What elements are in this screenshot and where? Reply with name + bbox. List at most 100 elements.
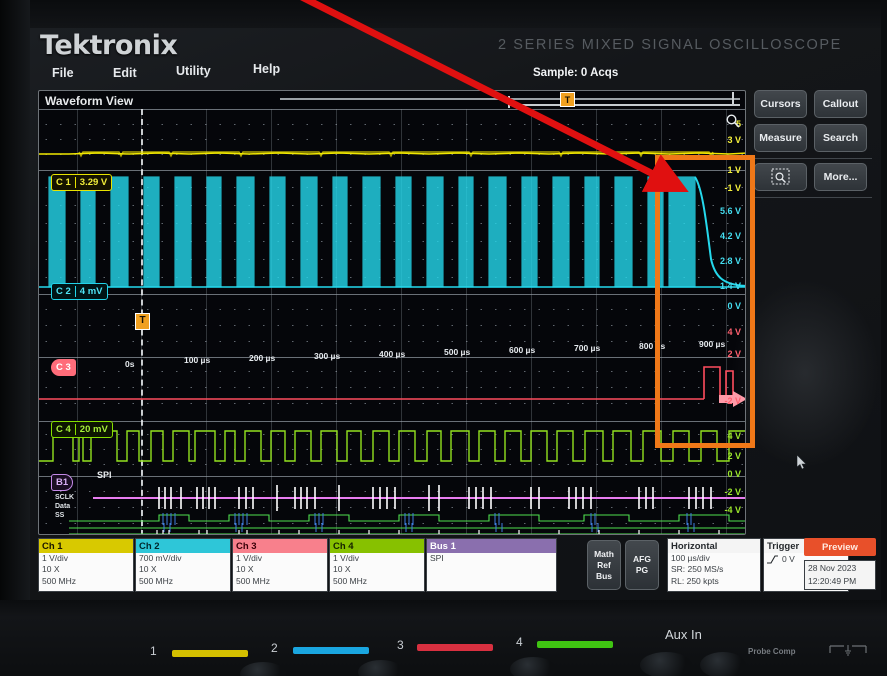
ref-label: Ref: [597, 559, 611, 570]
channel-card-ch4-line1: 1 V/div: [333, 553, 359, 563]
vscale-ch2-1: 4.2 V: [719, 231, 741, 241]
side-button-divider-2: [754, 197, 872, 198]
front-panel-ch3-indicator: [417, 644, 493, 651]
front-panel-knob-5[interactable]: [700, 652, 746, 676]
afg-pg-button[interactable]: AFG PG: [625, 540, 659, 590]
bus-card-bus1-line1: SPI: [430, 553, 444, 563]
more-button[interactable]: More...: [814, 163, 867, 191]
front-panel-ch2-indicator: [293, 647, 369, 654]
menu-item-edit[interactable]: Edit: [113, 66, 137, 80]
overview-bracket-right[interactable]: [732, 92, 734, 104]
horizontal-card-title: Horizontal: [668, 539, 760, 553]
channel-card-ch4-line3: 500 MHz: [333, 575, 368, 586]
channel-marker-ch1[interactable]: C 1 3.29 V: [51, 174, 113, 191]
measure-button[interactable]: Measure: [754, 124, 807, 152]
preview-button[interactable]: Preview: [804, 538, 876, 556]
callout-button[interactable]: Callout: [814, 90, 867, 118]
tektronix-logo: Tektronix: [40, 30, 178, 61]
channel-card-ch4-line2: 10 X: [333, 564, 351, 575]
horizontal-card[interactable]: Horizontal 100 µs/div SR: 250 MS/s RL: 2…: [667, 538, 761, 592]
instrument-screen: Tektronix 2 SERIES MIXED SIGNAL OSCILLOS…: [30, 28, 881, 600]
menu-item-help[interactable]: Help: [253, 62, 280, 76]
channel-card-ch4[interactable]: Ch 4 1 V/div 10 X 500 MHz: [329, 538, 425, 592]
waveform-view-panel[interactable]: Waveform View 0s 100 µs 200 µs 300 µs 40…: [38, 90, 746, 535]
acquisition-status: Sample: 0 Acqs: [533, 67, 619, 79]
channel-card-ch2[interactable]: Ch 2 700 mV/div 10 X 500 MHz: [135, 538, 231, 592]
bus-marker-b1[interactable]: B1: [51, 474, 74, 491]
vscale-ch4-1: 2 V: [727, 451, 741, 461]
trigger-level-value: 0 V: [782, 554, 795, 564]
channel-card-ch3-line1: 1 V/div: [236, 553, 262, 563]
channel-card-ch1-line3: 500 MHz: [42, 575, 77, 586]
channel-card-ch3-line3: 500 MHz: [236, 575, 271, 586]
vscale-ch2-3: 1.4 V: [719, 281, 741, 291]
bezel-right: [881, 0, 887, 610]
channel-card-ch1-line1: 1 V/div: [42, 553, 68, 563]
trigger-slope-icon: [767, 555, 778, 564]
aux-in-label: Aux In: [665, 627, 702, 642]
channel-card-ch1-line2: 10 X: [42, 564, 60, 575]
model-line-text: 2 SERIES MIXED SIGNAL OSCILLOSCOPE: [498, 37, 842, 53]
channel-card-ch4-title: Ch 4: [330, 539, 424, 553]
horizontal-rl: RL: 250 kpts: [671, 575, 719, 586]
math-label: Math: [594, 548, 614, 559]
magnifier-icon[interactable]: [725, 113, 741, 129]
bus-label: Bus: [595, 570, 613, 581]
overview-zoom-rail[interactable]: [510, 104, 740, 106]
channel-card-ch2-line2: 10 X: [139, 564, 157, 575]
front-panel-knob-3[interactable]: [510, 657, 556, 676]
channel-card-ch2-line1: 700 mV/div: [139, 553, 182, 563]
vscale-ch3-2: -2 V: [724, 396, 741, 406]
waveform-view-title: Waveform View: [45, 94, 134, 108]
pg-label: PG: [635, 565, 649, 575]
overview-trigger-marker[interactable]: T: [560, 92, 575, 107]
menu-item-file[interactable]: File: [52, 66, 74, 80]
screen-glare: [730, 278, 880, 468]
front-panel-ch3-number: 3: [397, 638, 404, 652]
time-label-1: 100 µs: [184, 355, 211, 365]
waveform-overview-bar[interactable]: T: [280, 92, 740, 108]
channel-marker-ch4-value: 20 mV: [74, 424, 112, 435]
bezel-left: [0, 0, 30, 610]
digital-label-sclk: SCLK: [55, 494, 75, 501]
digital-trace-ss-bits: [156, 530, 720, 534]
afg-label: AFG: [633, 554, 651, 564]
bus-card-bus1[interactable]: Bus 1 SPI: [426, 538, 557, 592]
channel-card-ch1[interactable]: Ch 1 1 V/div 10 X 500 MHz: [38, 538, 134, 592]
vscale-ch1-1: 3 V: [727, 135, 741, 145]
vscale-ch2-4: 0 V: [727, 301, 741, 311]
channel-marker-ch3[interactable]: C 3: [51, 359, 76, 376]
math-ref-bus-button[interactable]: Math Ref Bus: [587, 540, 621, 590]
channel-marker-ch3-name: C 3: [56, 362, 71, 373]
cursors-button[interactable]: Cursors: [754, 90, 807, 118]
menu-item-utility[interactable]: Utility: [176, 64, 211, 78]
channel-marker-ch1-name: C 1: [56, 177, 71, 188]
front-panel-knob-1[interactable]: [240, 662, 286, 676]
time-label-2: 200 µs: [249, 353, 276, 363]
channel-card-ch1-title: Ch 1: [39, 539, 133, 553]
channel-card-ch3[interactable]: Ch 3 1 V/div 10 X 500 MHz: [232, 538, 328, 592]
search-button[interactable]: Search: [814, 124, 867, 152]
channel-marker-ch2[interactable]: C 2 4 mV: [51, 283, 108, 300]
vscale-ch4-3: -2 V: [724, 487, 741, 497]
front-panel-ch2-number: 2: [271, 641, 278, 655]
front-panel-ch4-number: 4: [516, 635, 523, 649]
digital-label-ss: SS: [55, 512, 65, 519]
time-label-4: 400 µs: [379, 349, 406, 359]
vscale-ch2-2: 2.8 V: [719, 256, 741, 266]
zoom-area-button[interactable]: [754, 163, 807, 191]
side-button-group: Cursors Callout Measure Search More...: [754, 90, 874, 220]
front-panel-ch1-indicator: [172, 650, 248, 657]
front-panel-ch4-indicator: [537, 641, 613, 648]
time-text: 12:20:49 PM: [808, 576, 857, 586]
vscale-ch4-0: 4 V: [727, 431, 741, 441]
bus-protocol-label: SPI: [97, 470, 112, 480]
trigger-level-marker[interactable]: T: [135, 313, 150, 330]
front-panel-knob-2[interactable]: [358, 660, 404, 676]
channel-marker-ch1-value: 3.29 V: [74, 177, 111, 188]
logo-strip: Tektronix 2 SERIES MIXED SIGNAL OSCILLOS…: [30, 28, 881, 64]
front-panel-knob-4[interactable]: [640, 652, 692, 676]
channel-marker-ch4[interactable]: C 4 20 mV: [51, 421, 113, 438]
overview-bracket-left[interactable]: [508, 96, 510, 108]
bus-card-bus1-title: Bus 1: [427, 539, 556, 553]
